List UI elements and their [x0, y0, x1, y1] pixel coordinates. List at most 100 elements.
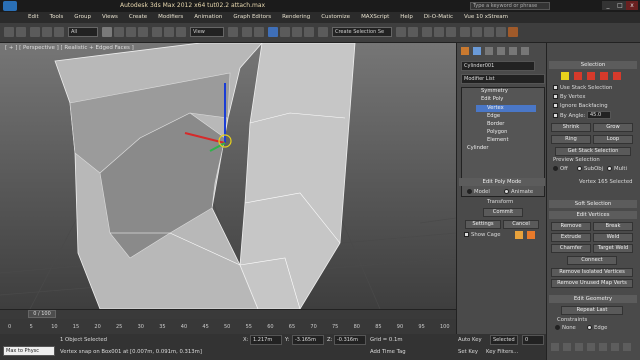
app-logo-icon[interactable]	[3, 1, 17, 11]
snaps-toggle-icon[interactable]	[268, 27, 278, 37]
edit-named-selection-icon[interactable]	[318, 27, 328, 37]
menu-group[interactable]: Group	[74, 12, 91, 23]
menu-tools[interactable]: Tools	[50, 12, 64, 23]
key-filters-button[interactable]: Key Filters...	[486, 349, 518, 355]
constraint-edge-radio[interactable]	[587, 325, 592, 330]
track-bar[interactable]: 0 5 10 15 20 25 30 35 40 45 50 55 60 65 70 75 80 85 90 95 10…	[0, 319, 456, 334]
selection-rollout[interactable]: Selection	[549, 61, 637, 69]
grow-button[interactable]: Grow	[593, 123, 633, 132]
menu-maxscript[interactable]: MAXScript	[361, 12, 389, 23]
polygon-mode-icon[interactable]	[600, 72, 608, 80]
graphite-tools-icon[interactable]	[434, 27, 444, 37]
stack-item-symmetry[interactable]: Symmetry	[481, 88, 508, 94]
preview-off-radio[interactable]	[553, 166, 558, 171]
preview-multi-radio[interactable]	[607, 166, 612, 171]
stack-item-polygon[interactable]: Polygon	[487, 129, 507, 135]
bind-space-warp-icon[interactable]	[54, 27, 64, 37]
spinner-snap-icon[interactable]	[304, 27, 314, 37]
zoom-extents-icon[interactable]	[575, 343, 583, 351]
break-button[interactable]: Break	[593, 222, 633, 231]
repeat-last-button[interactable]: Repeat Last	[561, 306, 623, 315]
menu-customize[interactable]: Customize	[321, 12, 350, 23]
stack-item-element[interactable]: Element	[487, 137, 508, 143]
maximize-button[interactable]: □	[614, 1, 626, 10]
current-frame-field[interactable]: 0	[522, 335, 544, 345]
mirror-icon[interactable]	[396, 27, 406, 37]
close-button[interactable]: x	[626, 1, 638, 10]
rendered-frame-window-icon[interactable]	[496, 27, 506, 37]
cage-color-swatch[interactable]	[515, 231, 523, 239]
redo-icon[interactable]	[16, 27, 26, 37]
perspective-viewport[interactable]: [ + ] [ Perspective ] [ Realistic + Edge…	[0, 43, 456, 309]
angle-snap-icon[interactable]	[280, 27, 290, 37]
model-radio[interactable]	[467, 189, 472, 194]
menu-rendering[interactable]: Rendering	[282, 12, 310, 23]
animate-radio[interactable]	[504, 189, 509, 194]
hierarchy-tab-icon[interactable]	[485, 47, 493, 55]
maximize-viewport-icon[interactable]	[623, 343, 631, 351]
ignore-backfacing-checkbox[interactable]	[553, 103, 558, 108]
show-cage-checkbox[interactable]	[464, 232, 469, 237]
get-stack-selection-button[interactable]: Get Stack Selection	[555, 147, 631, 156]
align-icon[interactable]	[408, 27, 418, 37]
unlink-icon[interactable]	[42, 27, 52, 37]
ring-button[interactable]: Ring	[551, 135, 591, 144]
x-coordinate-field[interactable]: 1.217m	[250, 335, 282, 345]
use-stack-checkbox[interactable]	[553, 85, 558, 90]
stack-item-edge[interactable]: Edge	[487, 113, 500, 119]
border-mode-icon[interactable]	[587, 72, 595, 80]
extrude-button[interactable]: Extrude	[551, 233, 591, 242]
menu-animation[interactable]: Animation	[194, 12, 222, 23]
layer-manager-icon[interactable]	[422, 27, 432, 37]
set-key-button[interactable]: Set Key	[458, 349, 478, 355]
add-time-tag[interactable]: Add Time Tag	[370, 349, 406, 355]
cancel-button[interactable]: Cancel	[503, 220, 539, 229]
menu-di-o-matic[interactable]: Di-O-Matic	[424, 12, 453, 23]
weld-button[interactable]: Weld	[593, 233, 633, 242]
z-coordinate-field[interactable]: -0.316m	[334, 335, 366, 345]
loop-button[interactable]: Loop	[593, 135, 633, 144]
orbit-icon[interactable]	[611, 343, 619, 351]
y-coordinate-field[interactable]: -3.165m	[292, 335, 324, 345]
keyboard-shortcut-icon[interactable]	[254, 27, 264, 37]
motion-tab-icon[interactable]	[497, 47, 505, 55]
display-tab-icon[interactable]	[509, 47, 517, 55]
render-production-icon[interactable]	[508, 27, 518, 37]
menu-modifiers[interactable]: Modifiers	[158, 12, 183, 23]
material-editor-icon[interactable]	[472, 27, 482, 37]
menu-graph-editors[interactable]: Graph Editors	[233, 12, 271, 23]
settings-button[interactable]: Settings	[465, 220, 501, 229]
modifier-list-dropdown[interactable]: Modifier List	[461, 74, 545, 84]
shrink-button[interactable]: Shrink	[551, 123, 591, 132]
move-icon[interactable]	[152, 27, 162, 37]
curve-editor-icon[interactable]	[446, 27, 456, 37]
menu-views[interactable]: Views	[102, 12, 118, 23]
key-mode-dropdown[interactable]: Selected	[490, 335, 518, 345]
pivot-center-icon[interactable]	[228, 27, 238, 37]
remove-isolated-vertices-button[interactable]: Remove Isolated Vertices	[551, 268, 633, 277]
window-crossing-icon[interactable]	[138, 27, 148, 37]
zoom-all-icon[interactable]	[563, 343, 571, 351]
stack-item-vertex[interactable]: Vertex	[487, 105, 504, 111]
menu-help[interactable]: Help	[400, 12, 413, 23]
select-manipulate-icon[interactable]	[242, 27, 252, 37]
percent-snap-icon[interactable]	[292, 27, 302, 37]
modify-tab-icon[interactable]	[473, 47, 481, 55]
preview-subobj-radio[interactable]	[577, 166, 582, 171]
viewport-label[interactable]: [ + ] [ Perspective ] [ Realistic + Edge…	[5, 45, 134, 51]
select-by-name-icon[interactable]	[114, 27, 124, 37]
link-icon[interactable]	[30, 27, 40, 37]
edit-poly-mode-rollout[interactable]: Edit Poly Mode	[459, 178, 545, 186]
minimize-button[interactable]: _	[602, 1, 614, 10]
constraint-none-radio[interactable]	[555, 325, 560, 330]
zoom-icon[interactable]	[551, 343, 559, 351]
reference-coordinate-dropdown[interactable]: View	[190, 27, 224, 37]
create-tab-icon[interactable]	[461, 47, 469, 55]
stack-item-cylinder[interactable]: Cylinder	[467, 145, 488, 151]
menu-vue[interactable]: Vue 10 xStream	[464, 12, 508, 23]
edit-geometry-rollout[interactable]: Edit Geometry	[549, 295, 637, 303]
menu-edit[interactable]: Edit	[28, 12, 39, 23]
by-angle-checkbox[interactable]	[553, 113, 558, 118]
angle-field[interactable]: 45.0	[587, 111, 611, 119]
chamfer-button[interactable]: Chamfer	[551, 244, 591, 253]
